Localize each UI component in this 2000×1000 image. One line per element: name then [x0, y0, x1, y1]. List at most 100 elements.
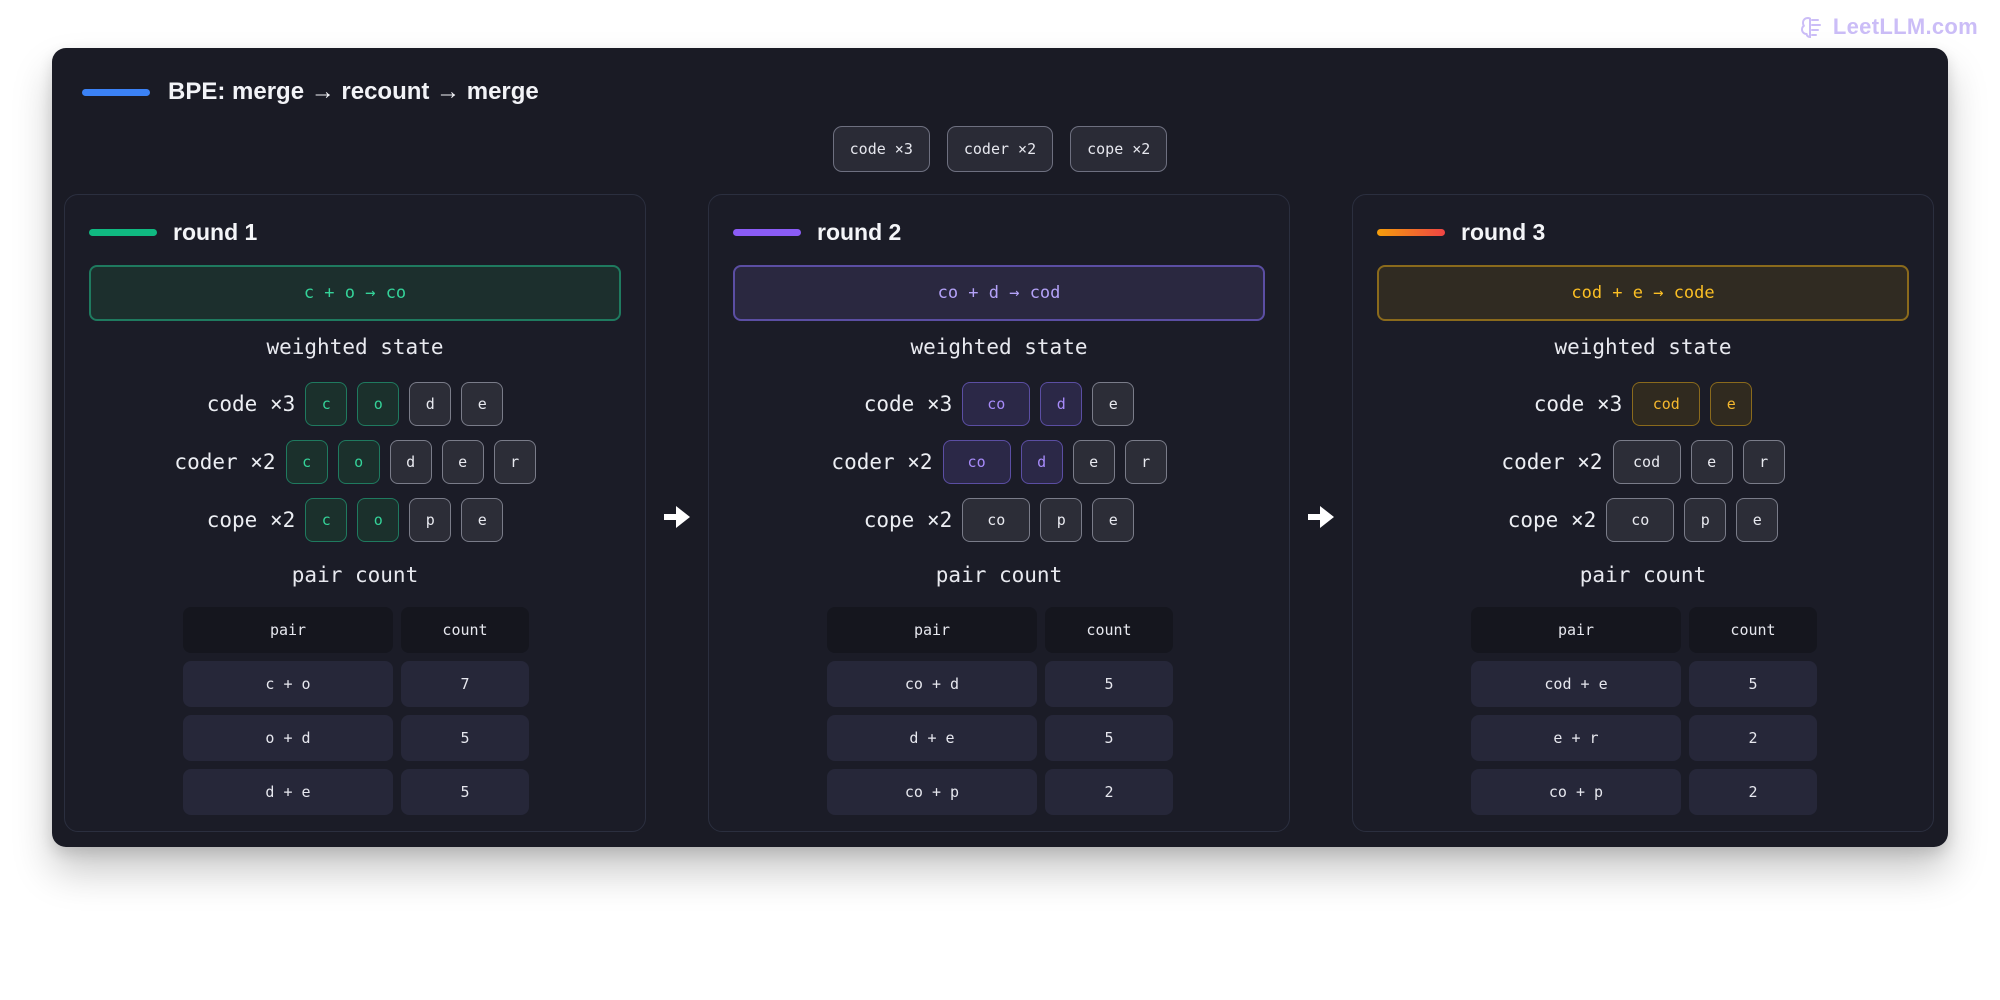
weighted-state-rows: code ×3codecoder ×2codercope ×2cope — [1353, 381, 1933, 555]
round-title: round 1 — [173, 219, 258, 245]
count-cell: 7 — [401, 661, 529, 707]
token-chip: e — [1690, 440, 1733, 484]
count-cell: 5 — [1045, 715, 1173, 761]
count-cell: 5 — [1689, 661, 1817, 707]
token-chip: co — [962, 498, 1031, 542]
pair-cell: d + e — [827, 715, 1037, 761]
count-cell: 5 — [1045, 661, 1173, 707]
token-chip: d — [389, 440, 432, 484]
token-chip: r — [1124, 440, 1167, 484]
watermark-text: LeetLLM.com — [1832, 14, 1978, 39]
weighted-state-label: weighted state — [1554, 335, 1732, 359]
word-label: cope ×2 — [206, 508, 296, 532]
token-chip: e — [441, 440, 484, 484]
word-chip-code: code ×3 — [832, 126, 930, 172]
token-chip: o — [357, 382, 400, 426]
pair-cell: cod + e — [1471, 661, 1681, 707]
token-chip: cod — [1632, 382, 1701, 426]
header-count: count — [1689, 607, 1817, 653]
table-row: o + d5 — [183, 715, 529, 761]
token-chip: e — [1092, 382, 1135, 426]
table-header-row: pair count — [183, 607, 529, 653]
word-label: coder ×2 — [831, 450, 933, 474]
round-title: round 3 — [1461, 219, 1546, 245]
token-chip: p — [1684, 498, 1727, 542]
pair-cell: co + d — [827, 661, 1037, 707]
token-chip: d — [1040, 382, 1083, 426]
token-chip: c — [305, 498, 348, 542]
header-pair: pair — [1471, 607, 1681, 653]
table-row: d + e5 — [183, 769, 529, 815]
token-chip: r — [493, 440, 536, 484]
count-cell: 5 — [401, 769, 529, 815]
table-row: c + o7 — [183, 661, 529, 707]
pair-cell: co + p — [1471, 769, 1681, 815]
state-row: coder ×2 coder — [65, 439, 645, 485]
round-card-1: round 1c + o → co weighted state code ×3 c o… — [64, 194, 646, 832]
count-cell: 5 — [401, 715, 529, 761]
token-chip: co — [962, 382, 1031, 426]
rounds-container: round 1c + o → co weighted state code ×3 c o… — [64, 194, 1936, 834]
page-title: BPE: merge → recount → merge — [168, 78, 539, 105]
count-cell: 2 — [1689, 769, 1817, 815]
table-header-row: pair count — [827, 607, 1173, 653]
round-header: round 1 — [89, 219, 257, 246]
table-row: cod + e5 — [1471, 661, 1817, 707]
pair-cell: c + o — [183, 661, 393, 707]
header-pair: pair — [183, 607, 393, 653]
state-row: cope ×2 cope — [1353, 497, 1933, 543]
word-label: code ×3 — [1533, 392, 1623, 416]
word-label: cope ×2 — [863, 508, 953, 532]
token-chip: d — [409, 382, 452, 426]
table-row: co + d5 — [827, 661, 1173, 707]
round-header: round 2 — [733, 219, 901, 246]
pair-count-table: pair count cod + e5e + r 2 co + p2 — [1471, 607, 1817, 823]
round-card-3: round 3 cod + e → code weighted state code … — [1352, 194, 1934, 832]
count-cell: 2 — [1689, 715, 1817, 761]
word-count-chips: code ×3 coder ×2 cope ×2 — [52, 126, 1948, 172]
token-chip: p — [1040, 498, 1083, 542]
table-row: co + p2 — [827, 769, 1173, 815]
pair-count-label: pair count — [1579, 563, 1707, 587]
watermark: LeetLLM.com — [1799, 14, 1978, 40]
word-chip-cope: cope ×2 — [1070, 126, 1168, 172]
word-label: coder ×2 — [174, 450, 276, 474]
token-chip: p — [409, 498, 452, 542]
weighted-state-rows: code ×3codecoder ×2codercope ×2cope — [65, 381, 645, 555]
header-count: count — [1045, 607, 1173, 653]
state-row: code ×3 code — [1353, 381, 1933, 427]
weighted-state-label: weighted state — [910, 335, 1088, 359]
state-row: coder ×2 coder — [709, 439, 1289, 485]
word-label: cope ×2 — [1507, 508, 1597, 532]
table-row: co + p2 — [1471, 769, 1817, 815]
word-chip-coder: coder ×2 — [946, 126, 1054, 172]
pair-count-label: pair count — [935, 563, 1063, 587]
pair-cell: co + p — [827, 769, 1037, 815]
weighted-state-rows: code ×3codecoder ×2codercope ×2cope — [709, 381, 1289, 555]
token-chip: o — [337, 440, 380, 484]
token-chip: co — [942, 440, 1011, 484]
round-title: round 2 — [817, 219, 902, 245]
pair-count-table: pair count c + o7o + d5d + e5 — [183, 607, 529, 823]
pair-cell: d + e — [183, 769, 393, 815]
round-header: round 3 — [1377, 219, 1545, 246]
header-count: count — [401, 607, 529, 653]
word-label: coder ×2 — [1501, 450, 1603, 474]
merge-rule: c + o → co — [89, 265, 621, 321]
arrow-right-icon — [664, 506, 690, 528]
token-chip: e — [1092, 498, 1135, 542]
token-chip: r — [1742, 440, 1785, 484]
table-header-row: pair count — [1471, 607, 1817, 653]
token-chip: o — [357, 498, 400, 542]
state-row: code ×3 code — [709, 381, 1289, 427]
merge-rule: co + d → cod — [733, 265, 1265, 321]
arrow-right-icon — [1308, 506, 1334, 528]
token-chip: e — [1736, 498, 1779, 542]
state-row: cope ×2 cope — [709, 497, 1289, 543]
round-card-2: round 2 co + d → cod weighted state code ×3… — [708, 194, 1290, 832]
title-accent-bar — [82, 88, 150, 96]
round-accent-bar — [89, 229, 157, 236]
word-label: code ×3 — [863, 392, 953, 416]
token-chip: e — [461, 382, 504, 426]
token-chip: cod — [1612, 440, 1681, 484]
